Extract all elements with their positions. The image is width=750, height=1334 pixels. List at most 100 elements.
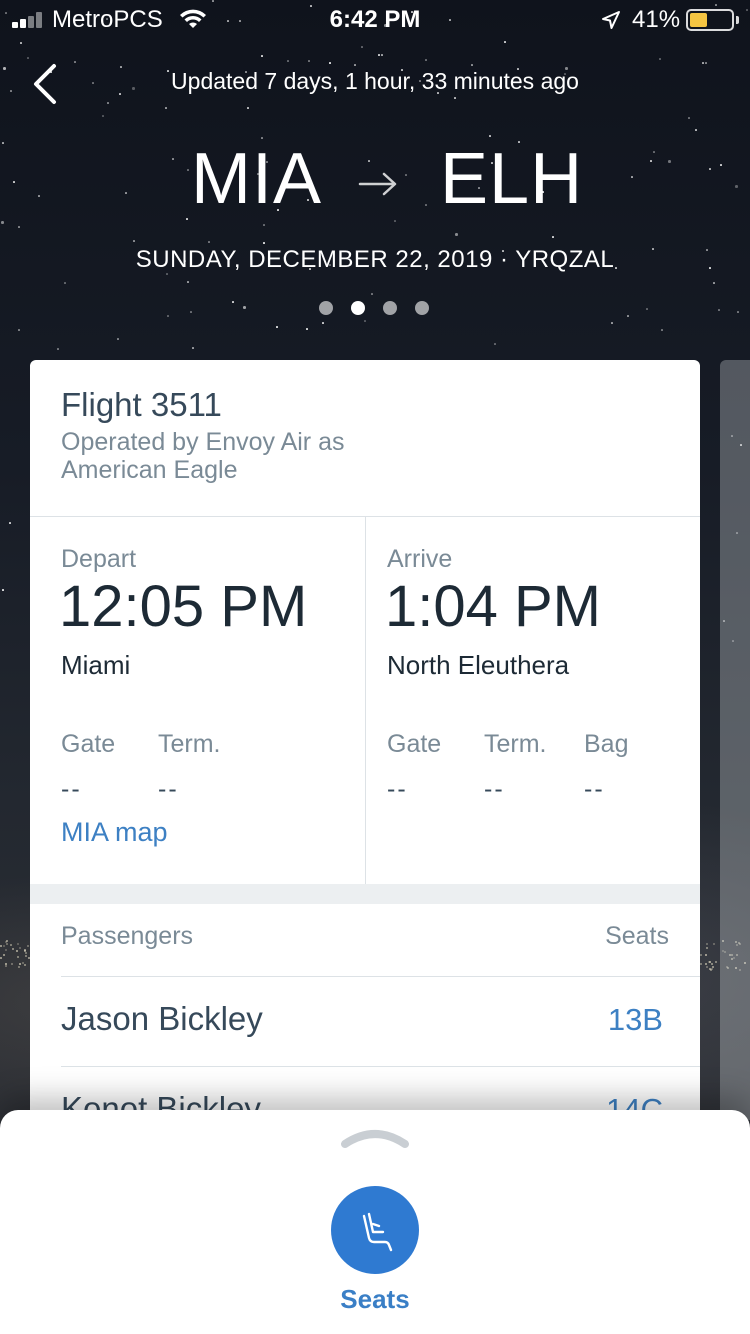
star <box>192 347 194 349</box>
star <box>381 54 383 56</box>
seats-button[interactable] <box>331 1186 419 1274</box>
flight-number: Flight 3511 <box>61 386 222 423</box>
chevron-up-handle-icon[interactable] <box>341 1124 409 1150</box>
arrive-bag-value: -- <box>584 775 605 803</box>
operated-by: Operated by Envoy Air as American Eagle <box>61 428 345 484</box>
city-light <box>19 947 21 949</box>
star <box>187 281 189 283</box>
star <box>287 60 289 62</box>
star <box>263 242 265 244</box>
city-light <box>706 966 708 968</box>
star <box>354 64 356 66</box>
seats-header: Seats <box>605 922 669 950</box>
star <box>702 62 704 64</box>
arrive-time: 1:04 PM <box>385 574 601 639</box>
city-light <box>5 949 7 951</box>
depart-city: Miami <box>61 650 131 680</box>
arrow-right-icon <box>358 172 397 196</box>
city-light <box>17 943 19 945</box>
star <box>107 102 109 104</box>
airport-map-link[interactable]: MIA map <box>61 817 168 848</box>
arrive-section: Arrive 1:04 PM North Eleuthera Gate Term… <box>366 517 700 884</box>
city-light <box>18 966 20 968</box>
city-light <box>11 963 13 965</box>
arrive-gate-value: -- <box>387 775 408 803</box>
city-light <box>5 941 7 943</box>
city-light <box>24 964 26 966</box>
page-indicator[interactable] <box>319 301 433 317</box>
star <box>20 42 22 44</box>
passenger-seat[interactable]: 13B <box>608 1002 663 1038</box>
status-bar: MetroPCS 6:42 PM 41% <box>0 0 750 40</box>
depart-time: 12:05 PM <box>59 574 308 639</box>
star <box>646 308 648 310</box>
star <box>361 46 363 48</box>
star <box>165 107 167 109</box>
star <box>208 241 210 243</box>
star <box>2 589 4 591</box>
star <box>102 115 104 117</box>
star <box>504 41 506 43</box>
origin-code: MIA <box>190 139 322 219</box>
arrive-gate-label: Gate <box>387 730 442 758</box>
page-dot[interactable] <box>319 301 333 315</box>
star <box>329 62 331 64</box>
depart-label: Depart <box>61 545 137 573</box>
battery-percent: 41% <box>632 6 681 33</box>
depart-gate-label: Gate <box>61 730 116 758</box>
route-header: MIA ELH <box>0 138 750 228</box>
divider <box>61 976 700 977</box>
arrive-city: North Eleuthera <box>387 650 570 680</box>
star <box>117 338 119 340</box>
star <box>247 107 249 109</box>
arrive-bag-label: Bag <box>584 730 629 758</box>
city-light <box>5 965 7 967</box>
star <box>232 301 234 303</box>
city-light <box>712 966 714 968</box>
page-dot[interactable] <box>415 301 429 315</box>
city-light <box>706 947 708 949</box>
star <box>718 309 720 311</box>
star <box>57 348 59 350</box>
star <box>688 117 690 119</box>
city-light <box>6 943 8 945</box>
arrive-terminal-value: -- <box>484 775 505 803</box>
star <box>552 236 554 238</box>
city-light <box>0 957 2 959</box>
passengers-header: Passengers <box>61 922 194 950</box>
star <box>455 233 458 236</box>
page-dot[interactable] <box>383 301 397 315</box>
city-light <box>708 961 710 963</box>
seats-button-label[interactable]: Seats <box>0 1284 750 1315</box>
star <box>659 58 661 60</box>
page-dot[interactable] <box>351 301 365 315</box>
flight-card: Flight 3511 Operated by Envoy Air as Ame… <box>30 360 700 1120</box>
star <box>364 320 366 322</box>
star <box>322 322 324 324</box>
date-and-record-locator: SUNDAY, DECEMBER 22, 2019 · YRQZAL <box>135 246 615 273</box>
battery-tip <box>736 16 739 24</box>
star <box>378 54 380 56</box>
arrive-terminal-label: Term. <box>484 730 547 758</box>
star <box>18 329 20 331</box>
star <box>489 135 491 137</box>
passenger-name: Jason Bickley <box>61 1000 263 1037</box>
depart-section: Depart 12:05 PM Miami Gate Term. -- -- M… <box>30 517 365 884</box>
city-light <box>706 943 708 945</box>
star <box>167 315 169 317</box>
star <box>243 306 246 309</box>
star <box>306 328 308 330</box>
star <box>133 240 135 242</box>
city-light <box>0 945 2 947</box>
star <box>454 97 456 99</box>
city-light <box>17 956 19 958</box>
city-light <box>700 963 702 965</box>
star <box>471 64 473 66</box>
destination-code: ELH <box>440 139 584 219</box>
city-light <box>16 950 18 952</box>
next-flight-card-peek[interactable] <box>720 360 750 1120</box>
star <box>494 343 496 345</box>
star <box>661 329 663 331</box>
depart-gate-value: -- <box>61 775 82 803</box>
city-light <box>3 954 5 956</box>
